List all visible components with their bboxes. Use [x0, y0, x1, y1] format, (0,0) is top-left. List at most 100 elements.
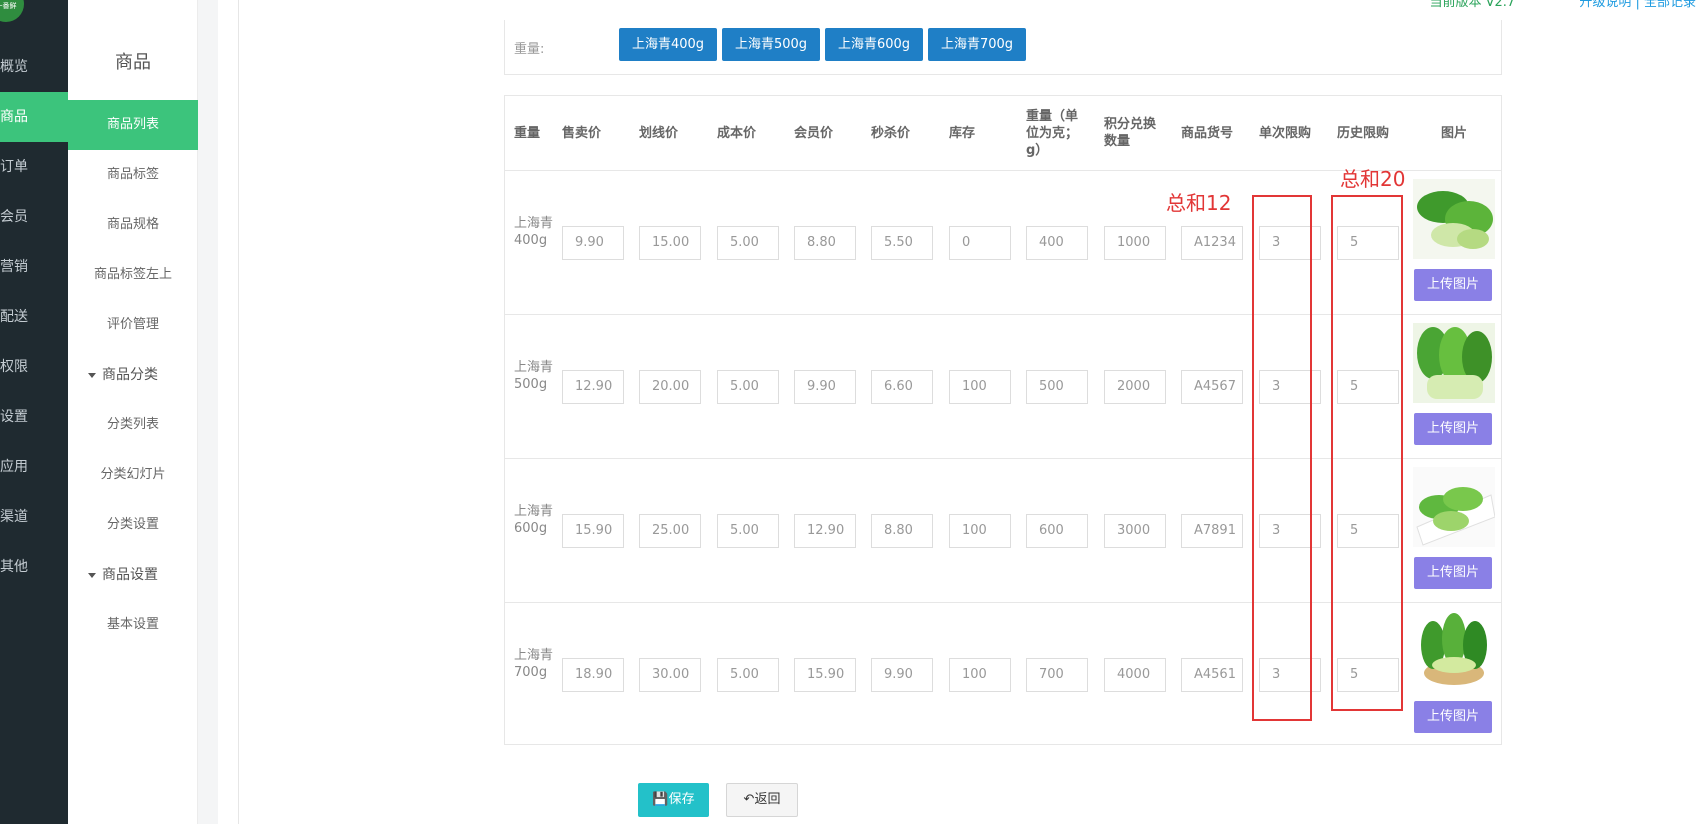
header-cost-price: 成本价	[717, 125, 757, 141]
member-price-input[interactable]: 9.90	[794, 370, 856, 404]
nav-permissions[interactable]: 权限	[0, 342, 68, 392]
upload-image-button[interactable]: 上传图片	[1414, 701, 1492, 733]
member-price-input[interactable]: 15.90	[794, 658, 856, 692]
sale-price-input[interactable]: 12.90	[562, 370, 624, 404]
nav-label: 概览	[0, 59, 28, 75]
upload-image-button[interactable]: 上传图片	[1414, 557, 1492, 589]
subnav-item-category-slides[interactable]: 分类幻灯片	[68, 450, 198, 500]
weight-grams-input[interactable]: 700	[1026, 658, 1088, 692]
annotation-box-single-limit	[1252, 195, 1312, 721]
save-icon: 💾	[652, 792, 669, 807]
stock-input[interactable]: 100	[949, 370, 1011, 404]
content-divider	[238, 0, 239, 824]
nav-goods[interactable]: 商品	[0, 92, 68, 142]
subnav-item-tag-corner[interactable]: 商品标签左上	[68, 250, 198, 300]
points-input[interactable]: 2000	[1104, 370, 1166, 404]
header-image: 图片	[1440, 125, 1467, 141]
nav-other[interactable]: 其他	[0, 542, 68, 592]
version-text: 当前版本 V2.7	[1429, 0, 1516, 10]
caret-down-icon	[88, 372, 96, 378]
sale-price-input[interactable]: 15.90	[562, 514, 624, 548]
weight-grams-input[interactable]: 400	[1026, 226, 1088, 260]
header-weight-grams: 重量（单位为克；g）	[1026, 108, 1079, 158]
sku-code-input[interactable]: A7891	[1181, 514, 1243, 548]
subnav-group-category[interactable]: 商品分类	[88, 350, 158, 400]
nav-label: 设置	[0, 409, 28, 425]
cost-price-input[interactable]: 5.00	[717, 226, 779, 260]
weight-option-700g[interactable]: 上海青700g	[928, 28, 1026, 61]
nav-settings[interactable]: 设置	[0, 392, 68, 442]
nav-orders[interactable]: 订单	[0, 142, 68, 192]
cost-price-input[interactable]: 5.00	[717, 514, 779, 548]
sku-code-input[interactable]: A4561	[1181, 658, 1243, 692]
list-price-input[interactable]: 25.00	[639, 514, 701, 548]
subnav-item-reviews[interactable]: 评价管理	[68, 300, 198, 350]
points-input[interactable]: 3000	[1104, 514, 1166, 548]
subnav-group-goods-settings[interactable]: 商品设置	[88, 550, 158, 600]
row-weight-label: 上海青600g	[514, 504, 554, 536]
list-price-input[interactable]: 20.00	[639, 370, 701, 404]
subnav-item-goods-tags[interactable]: 商品标签	[68, 150, 198, 200]
stock-input[interactable]: 100	[949, 658, 1011, 692]
subnav-item-goods-list[interactable]: 商品列表	[68, 100, 198, 150]
subnav-item-category-list[interactable]: 分类列表	[68, 400, 198, 450]
weight-grams-input[interactable]: 600	[1026, 514, 1088, 548]
sku-code-input[interactable]: A1234	[1181, 226, 1243, 260]
subnav-group-label: 商品分类	[102, 367, 158, 383]
nav-label: 渠道	[0, 509, 28, 525]
flash-price-input[interactable]: 8.80	[871, 514, 933, 548]
sku-code-input[interactable]: A4567	[1181, 370, 1243, 404]
subnav-title: 商品	[115, 52, 151, 73]
header-weight: 重量	[514, 125, 541, 141]
member-price-input[interactable]: 12.90	[794, 514, 856, 548]
points-input[interactable]: 4000	[1104, 658, 1166, 692]
nav-overview[interactable]: 概览	[0, 42, 68, 92]
subnav-item-category-settings[interactable]: 分类设置	[68, 500, 198, 550]
sale-price-input[interactable]: 18.90	[562, 658, 624, 692]
nav-members[interactable]: 会员	[0, 192, 68, 242]
weight-option-400g[interactable]: 上海青400g	[619, 28, 717, 61]
cost-price-input[interactable]: 5.00	[717, 370, 779, 404]
annotation-single-total: 总和12	[1166, 191, 1232, 215]
subnav-item-basic-settings[interactable]: 基本设置	[68, 600, 198, 650]
nav-label: 营销	[0, 259, 28, 275]
cost-price-input[interactable]: 5.00	[717, 658, 779, 692]
flash-price-input[interactable]: 6.60	[871, 370, 933, 404]
annotation-box-history-limit	[1331, 195, 1403, 711]
upgrade-link[interactable]: 升级说明 | 全部记录	[1579, 0, 1696, 10]
weight-option-500g[interactable]: 上海青500g	[722, 28, 820, 61]
header-flash-price: 秒杀价	[871, 125, 911, 141]
nav-label: 商品	[0, 109, 28, 125]
weight-grams-input[interactable]: 500	[1026, 370, 1088, 404]
product-thumbnail	[1413, 323, 1495, 403]
list-price-input[interactable]: 30.00	[639, 658, 701, 692]
back-button[interactable]: ↶返回	[726, 783, 798, 817]
upload-image-button[interactable]: 上传图片	[1414, 269, 1492, 301]
weight-label: 重量:	[514, 42, 545, 57]
nav-delivery[interactable]: 配送	[0, 292, 68, 342]
points-input[interactable]: 1000	[1104, 226, 1166, 260]
upload-image-button[interactable]: 上传图片	[1414, 413, 1492, 445]
row-weight-label: 上海青700g	[514, 648, 554, 680]
flash-price-input[interactable]: 9.90	[871, 658, 933, 692]
header-history-limit: 历史限购	[1337, 125, 1390, 141]
layout-gutter	[198, 0, 218, 824]
subnav-item-goods-specs[interactable]: 商品规格	[68, 200, 198, 250]
list-price-input[interactable]: 15.00	[639, 226, 701, 260]
member-price-input[interactable]: 8.80	[794, 226, 856, 260]
stock-input[interactable]: 100	[949, 514, 1011, 548]
flash-price-input[interactable]: 5.50	[871, 226, 933, 260]
save-button[interactable]: 💾保存	[638, 783, 709, 817]
brand-logo[interactable]: 一番鲜	[0, 0, 24, 22]
stock-input[interactable]: 0	[949, 226, 1011, 260]
weight-option-600g[interactable]: 上海青600g	[825, 28, 923, 61]
weight-selector: 重量: 上海青400g 上海青500g 上海青600g 上海青700g	[504, 20, 1502, 75]
nav-apps[interactable]: 应用	[0, 442, 68, 492]
sale-price-input[interactable]: 9.90	[562, 226, 624, 260]
header-member-price: 会员价	[794, 125, 834, 141]
reply-arrow-icon: ↶	[743, 792, 755, 807]
nav-marketing[interactable]: 营销	[0, 242, 68, 292]
version-info: 当前版本 V2.7 升级说明 | 全部记录	[1430, 0, 1696, 10]
nav-channels[interactable]: 渠道	[0, 492, 68, 542]
logo-text: 一番鲜	[0, 2, 17, 10]
